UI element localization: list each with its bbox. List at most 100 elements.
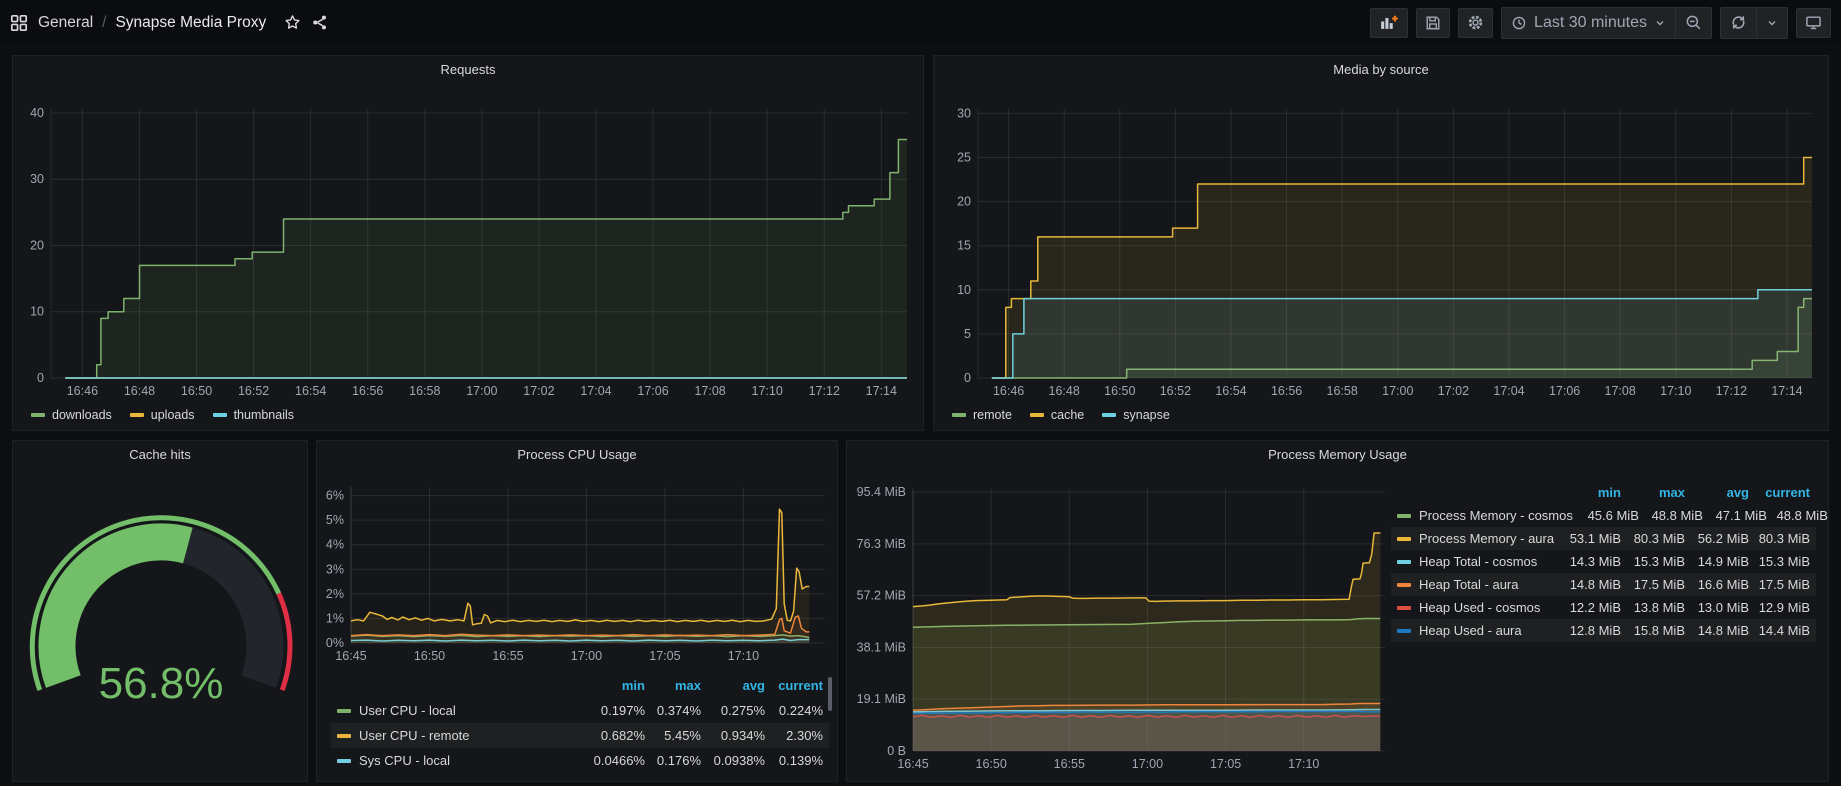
star-icon[interactable]: [284, 14, 301, 31]
panel-process-memory-usage: Process Memory Usage 16:4516:5016:5517:0…: [846, 440, 1829, 782]
svg-text:17:06: 17:06: [1549, 384, 1580, 398]
svg-text:17:14: 17:14: [866, 384, 897, 398]
requests-legend: downloads uploads thumbnails: [31, 408, 294, 422]
add-panel-button[interactable]: [1370, 8, 1408, 38]
legend-row: Heap Used - cosmos12.2 MiB13.8 MiB13.0 M…: [1391, 596, 1816, 619]
legend-series-toggle[interactable]: Heap Used - cosmos: [1397, 600, 1555, 615]
refresh-button[interactable]: [1721, 8, 1756, 38]
dashboard-settings-button[interactable]: [1458, 8, 1493, 38]
svg-text:16:56: 16:56: [1271, 384, 1302, 398]
svg-text:10: 10: [30, 305, 44, 319]
svg-text:38.1 MiB: 38.1 MiB: [857, 641, 906, 655]
legend-row: Heap Total - aura14.8 MiB17.5 MiB16.6 Mi…: [1391, 573, 1816, 596]
panel-title[interactable]: Cache hits: [13, 441, 307, 469]
legend-swatch: [1397, 537, 1411, 541]
cycle-view-button[interactable]: [1796, 8, 1831, 38]
legend-series-toggle[interactable]: Process Memory - cosmos: [1397, 508, 1573, 523]
svg-text:2%: 2%: [326, 587, 344, 601]
svg-text:17:10: 17:10: [1660, 384, 1691, 398]
legend-series-toggle[interactable]: Sys CPU - local: [337, 753, 575, 768]
legend-series-toggle[interactable]: Process Memory - aura: [1397, 531, 1555, 546]
process-memory-chart[interactable]: 16:4516:5016:5517:0017:0517:100 B19.1 Mi…: [851, 467, 1391, 779]
breadcrumb-folder[interactable]: General: [38, 14, 93, 32]
legend-value-min: 0.682%: [575, 728, 645, 743]
save-dashboard-button[interactable]: [1416, 8, 1450, 38]
panel-title[interactable]: Process Memory Usage: [847, 441, 1828, 469]
legend-column-current[interactable]: current: [765, 678, 823, 693]
svg-text:5%: 5%: [326, 513, 344, 527]
legend-value-max: 13.8 MiB: [1621, 600, 1685, 615]
legend-column-avg[interactable]: avg: [701, 678, 765, 693]
legend-value-min: 45.6 MiB: [1573, 508, 1639, 523]
svg-text:0: 0: [37, 371, 44, 385]
zoom-out-button[interactable]: [1675, 8, 1711, 38]
svg-text:16:48: 16:48: [1049, 384, 1080, 398]
legend-swatch: [337, 709, 351, 713]
legend-column-current[interactable]: current: [1749, 485, 1810, 500]
legend-value-max: 17.5 MiB: [1621, 577, 1685, 592]
legend-table-header: minmaxavgcurrent: [331, 673, 829, 698]
panel-title[interactable]: Requests: [13, 56, 923, 84]
legend-series-toggle[interactable]: Heap Used - aura: [1397, 623, 1555, 638]
legend-value-current: 15.3 MiB: [1749, 554, 1810, 569]
media-by-source-chart[interactable]: 16:4616:4816:5016:5216:5416:5616:5817:00…: [938, 84, 1826, 402]
legend-value-avg: 47.1 MiB: [1703, 508, 1767, 523]
legend-label: thumbnails: [234, 408, 294, 422]
svg-text:16:45: 16:45: [335, 649, 366, 663]
svg-text:10: 10: [957, 283, 971, 297]
legend-item[interactable]: downloads: [31, 408, 112, 422]
legend-series-toggle[interactable]: User CPU - remote: [337, 728, 575, 743]
legend-series-toggle[interactable]: User CPU - local: [337, 703, 575, 718]
legend-scrollbar[interactable]: [828, 677, 832, 711]
legend-row: Process Memory - cosmos45.6 MiB48.8 MiB4…: [1391, 504, 1816, 527]
legend-value-avg: 13.0 MiB: [1685, 600, 1749, 615]
media-legend: remote cache synapse: [952, 408, 1170, 422]
legend-series-toggle[interactable]: Heap Total - aura: [1397, 577, 1555, 592]
legend-series-toggle[interactable]: Heap Total - cosmos: [1397, 554, 1555, 569]
svg-text:17:12: 17:12: [809, 384, 840, 398]
svg-text:17:08: 17:08: [694, 384, 725, 398]
svg-text:30: 30: [30, 172, 44, 186]
legend-column-min[interactable]: min: [575, 678, 645, 693]
dashboards-grid-icon[interactable]: [10, 14, 28, 32]
legend-row: Sys CPU - local0.0466%0.176%0.0938%0.139…: [331, 748, 829, 773]
legend-value-current: 48.8 MiB: [1767, 508, 1828, 523]
share-icon[interactable]: [311, 14, 328, 31]
legend-value-min: 53.1 MiB: [1555, 531, 1621, 546]
svg-text:17:08: 17:08: [1605, 384, 1636, 398]
legend-item[interactable]: synapse: [1102, 408, 1170, 422]
svg-text:16:54: 16:54: [1215, 384, 1246, 398]
legend-swatch: [337, 759, 351, 763]
legend-label: remote: [973, 408, 1012, 422]
svg-text:16:55: 16:55: [1054, 757, 1085, 771]
legend-column-max[interactable]: max: [1621, 485, 1685, 500]
refresh-interval-dropdown[interactable]: [1756, 8, 1787, 38]
legend-item[interactable]: cache: [1030, 408, 1084, 422]
legend-value-max: 5.45%: [645, 728, 701, 743]
gauge-value: 56.8%: [99, 659, 224, 708]
process-cpu-chart[interactable]: 16:4516:5016:5517:0017:0517:100%1%2%3%4%…: [321, 469, 835, 669]
panel-title[interactable]: Media by source: [934, 56, 1828, 84]
legend-value-min: 14.8 MiB: [1555, 577, 1621, 592]
legend-value-current: 14.4 MiB: [1749, 623, 1810, 638]
panel-title[interactable]: Process CPU Usage: [317, 441, 837, 469]
legend-item[interactable]: remote: [952, 408, 1012, 422]
legend-item[interactable]: thumbnails: [213, 408, 294, 422]
svg-text:16:50: 16:50: [414, 649, 445, 663]
refresh-icon: [1730, 14, 1747, 31]
requests-chart[interactable]: 16:4616:4816:5016:5216:5416:5616:5817:00…: [17, 84, 921, 402]
legend-column-min[interactable]: min: [1555, 485, 1621, 500]
legend-item[interactable]: uploads: [130, 408, 195, 422]
svg-text:1%: 1%: [326, 611, 344, 625]
legend-row: User CPU - local0.197%0.374%0.275%0.224%: [331, 698, 829, 723]
svg-text:6%: 6%: [326, 489, 344, 503]
legend-value-avg: 14.8 MiB: [1685, 623, 1749, 638]
legend-column-max[interactable]: max: [645, 678, 701, 693]
time-picker-button[interactable]: Last 30 minutes: [1502, 8, 1675, 38]
svg-text:20: 20: [30, 238, 44, 252]
legend-column-avg[interactable]: avg: [1685, 485, 1749, 500]
breadcrumb-dashboard-title[interactable]: Synapse Media Proxy: [115, 14, 266, 32]
svg-text:16:54: 16:54: [295, 384, 326, 398]
svg-text:20: 20: [957, 195, 971, 209]
dashboard-grid: Requests 16:4616:4816:5016:5216:5416:561…: [0, 45, 1841, 786]
